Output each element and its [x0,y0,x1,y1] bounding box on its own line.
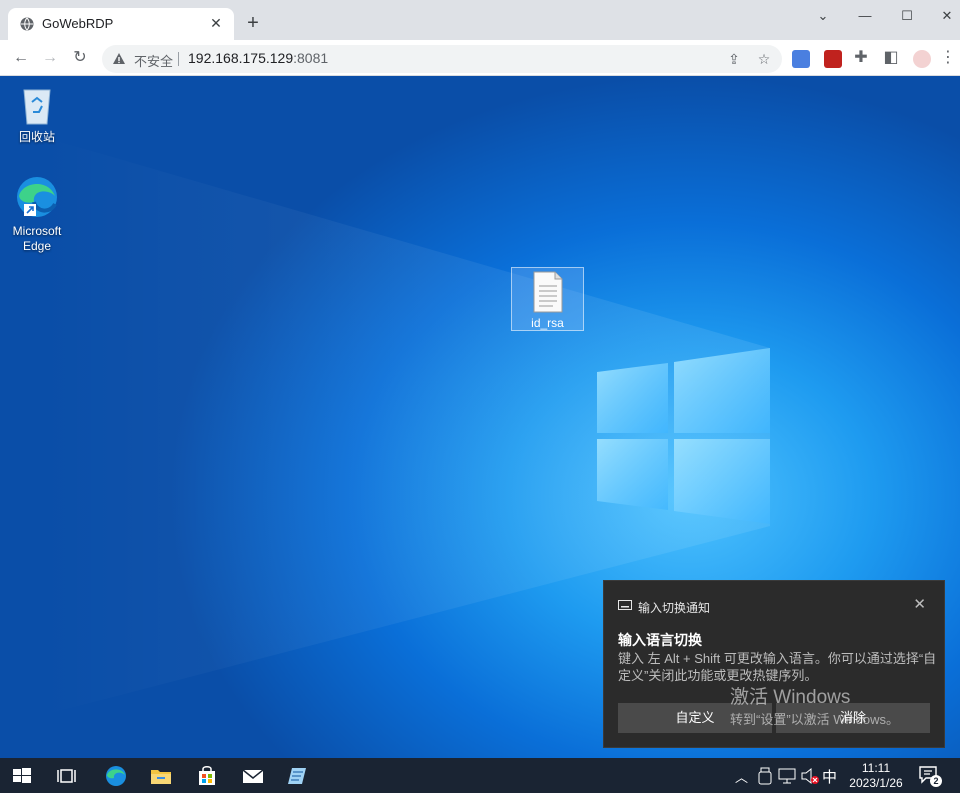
action-center-icon[interactable]: 2 [918,764,944,788]
notification-header: 输入切换通知 [638,601,711,615]
new-tab-button[interactable]: + [242,13,264,35]
keyboard-icon [618,600,632,610]
id-rsa-label: id_rsa [531,316,564,330]
url-host: 192.168.175.129 [188,50,294,66]
profile-avatar-icon[interactable] [913,50,931,68]
translate-extension-icon[interactable] [792,50,810,68]
recycle-bin-icon[interactable]: 回收站 [2,84,72,145]
url-text[interactable]: 192.168.175.129:8081 [188,50,328,66]
store-icon[interactable] [195,764,219,788]
tray-overflow-chevron-icon[interactable]: ︿ [735,767,748,786]
activation-watermark-text: 转到“设置”以激活 Windows。 [730,712,900,727]
usb-icon[interactable] [756,766,774,786]
mail-icon[interactable] [241,764,265,788]
tab-search-icon[interactable]: ⌄ [808,4,838,28]
task-view-icon[interactable] [56,764,80,788]
file-explorer-icon[interactable] [149,764,173,788]
activation-watermark-title: 激活 Windows [730,687,851,708]
notepad-app-icon[interactable] [286,764,310,788]
browser-tab[interactable]: GoWebRDP ✕ [8,8,234,40]
window-close-icon[interactable]: ✕ [932,4,960,28]
extensions-puzzle-icon[interactable]: ✚ [849,46,873,70]
edge-shortcut-icon[interactable]: Microsoft Edge [2,174,72,254]
globe-icon [20,17,34,31]
volume-muted-icon[interactable] [800,766,820,786]
minimize-icon[interactable]: — [850,4,880,28]
tab-strip: GoWebRDP ✕ + ⌄ — ☐ ✕ [0,0,960,40]
start-windows-icon[interactable] [10,764,34,788]
edge-icon [17,177,57,217]
remote-desktop[interactable]: 回收站 Microsoft Edge id_rsa 输入切换通知 ✕ 输入语言切… [0,76,960,758]
recycle-bin-glyph [23,89,51,125]
browser-toolbar: ← → ↻ 不安全 192.168.175.129:8081 ⇪ ☆ ✚ ◧ ⋮ [0,40,960,76]
ublock-extension-icon[interactable] [824,50,842,68]
ime-indicator[interactable]: 中 [822,766,837,787]
omnibox-divider [178,52,179,66]
edge-label: Microsoft Edge [12,224,62,253]
forward-icon[interactable]: → [38,46,62,70]
address-bar[interactable]: 不安全 192.168.175.129:8081 ⇪ ☆ [102,45,782,73]
edge-taskbar-icon[interactable] [104,764,128,788]
clock[interactable]: 11:11 2023/1/26 [842,761,910,791]
side-panel-icon[interactable]: ◧ [879,46,903,70]
tab-title: GoWebRDP [42,16,114,31]
bookmark-star-icon[interactable]: ☆ [754,49,774,69]
network-icon[interactable] [778,766,796,786]
maximize-icon[interactable]: ☐ [892,4,922,28]
security-label[interactable]: 不安全 [134,51,173,70]
document-icon [533,271,562,313]
menu-kebab-icon[interactable]: ⋮ [940,46,956,70]
back-icon[interactable]: ← [9,46,33,70]
notification-title: 输入语言切换 [618,632,702,648]
notification-count-badge: 2 [930,775,942,787]
clock-time: 11:11 [861,761,891,775]
warning-icon [113,53,125,64]
recycle-bin-label: 回收站 [18,130,55,144]
share-icon[interactable]: ⇪ [724,49,744,69]
tab-close-icon[interactable]: ✕ [208,15,224,31]
taskbar: ︿ 中 11:11 2023/1/26 2 [0,758,960,793]
notification-close-icon[interactable]: ✕ [913,595,926,613]
clock-date: 2023/1/26 [849,776,903,790]
id-rsa-file-icon[interactable]: id_rsa [511,267,584,331]
url-port: :8081 [293,50,329,66]
reload-icon[interactable]: ↻ [68,46,92,70]
notification-body: 键入 左 Alt + Shift 可更改输入语言。你可以通过选择“自定义”关闭此… [618,651,937,683]
